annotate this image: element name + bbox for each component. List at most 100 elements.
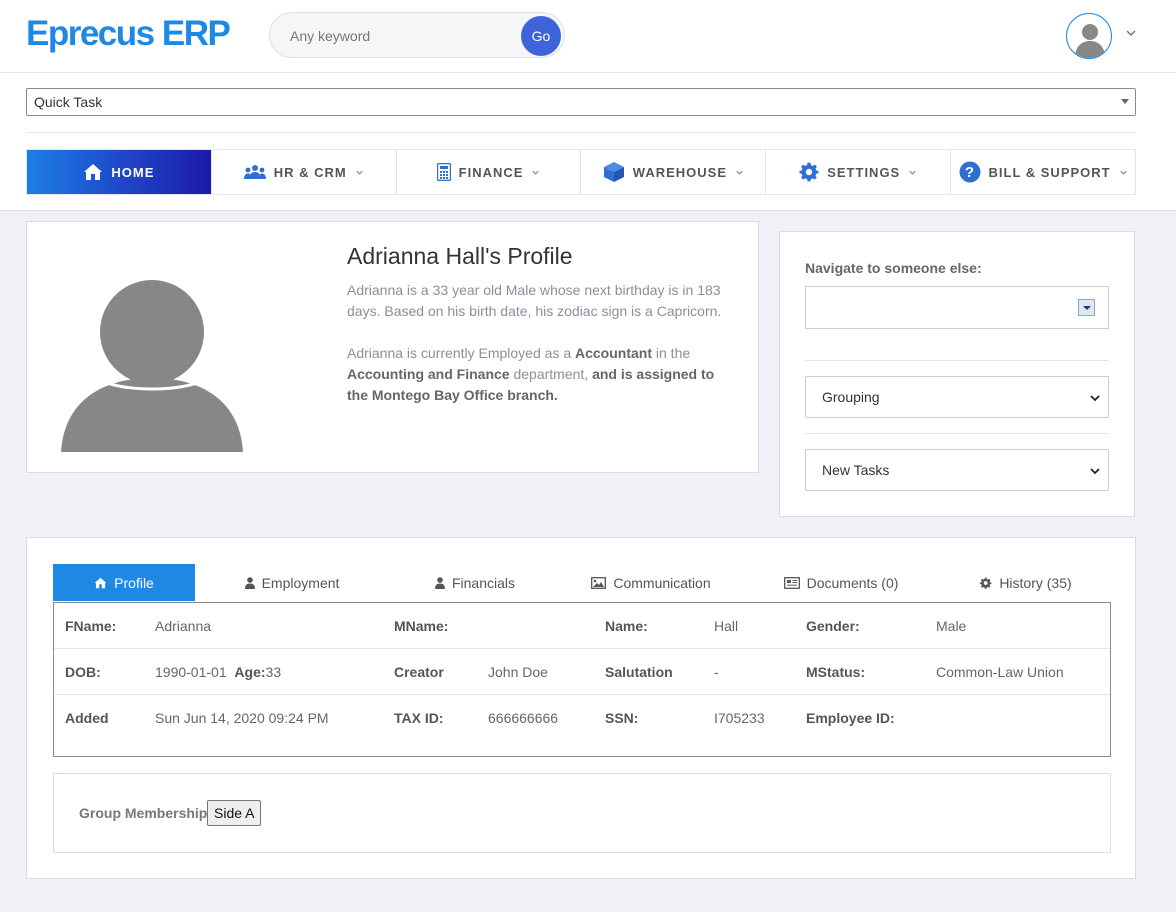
nav-item-settings[interactable]: SETTINGS [766,150,952,194]
tab-profile[interactable]: Profile [53,564,195,601]
cube-icon [603,162,624,182]
field-label: Salutation [605,664,673,680]
field-label: DOB: [65,664,101,680]
field-label: MName: [394,618,449,634]
bio-text: Adrianna is currently Employed as a [347,345,575,361]
user-icon [244,576,255,589]
nav-item-label: FINANCE [458,164,524,180]
chevron-down-icon[interactable] [1125,27,1137,39]
field-label: Name: [605,618,648,634]
search-box: Go [269,12,565,58]
group-side-a-button[interactable]: Side A [207,800,262,826]
tab-financials[interactable]: Financials [389,564,561,601]
chevron-down-icon [1090,395,1100,402]
tasks-select[interactable]: New Tasks [805,449,1109,491]
dropdown-button-icon[interactable] [1078,299,1095,316]
grouping-value: Grouping [822,389,880,405]
home-icon [94,577,107,588]
nav-item-label: HOME [111,164,155,180]
chevron-down-icon [1119,170,1127,175]
navigate-label: Navigate to someone else: [805,260,982,276]
field-label: FName: [65,618,117,634]
gear-icon [980,577,992,589]
profile-bio: Adrianna is a 33 year old Male whose nex… [347,282,722,319]
details-card: Profile Employment Financials Communicat… [26,537,1136,879]
profile-title: Adrianna Hall's Profile [347,243,573,269]
app-logo[interactable]: Eprecus ERP [26,14,231,54]
home-icon [84,164,103,180]
bio-text: department, [509,366,593,382]
field-label: Added [65,710,109,726]
tab-bar: Profile Employment Financials Communicat… [53,564,1111,601]
chevron-down-icon [736,170,743,175]
nav-item-label: BILL & SUPPORT [988,164,1111,180]
table-row: FName: Adrianna MName: Name: Hall Gender… [54,603,1110,649]
field-value: - [714,664,719,680]
nav-item-bill-support[interactable]: ? BILL & SUPPORT [951,150,1135,194]
field-value: 1990-01-01 Age:33 [155,664,281,680]
tab-label: Profile [114,574,154,591]
user-avatar[interactable] [1066,13,1112,59]
calculator-icon [436,163,451,181]
tab-communication[interactable]: Communication [561,564,741,601]
quick-task-value: Quick Task [34,94,103,110]
profile-employment-summary: Adrianna is currently Employed as a Acco… [347,343,737,406]
field-value: 666666666 [488,710,559,726]
field-value: I705233 [714,710,765,726]
header-area: Quick Task HOME HR & CRM FINANCE WAREHOU… [0,73,1176,211]
field-label: Creator [394,664,444,680]
age-value: 33 [265,664,282,680]
profile-avatar [61,280,243,452]
profile-card: Adrianna Hall's Profile Adrianna is a 33… [26,221,759,473]
age-label: Age: [234,664,266,680]
svg-text:?: ? [964,164,974,181]
field-label: Employee ID: [806,710,895,726]
nav-item-hr-crm[interactable]: HR & CRM [212,150,397,194]
nav-item-warehouse[interactable]: WAREHOUSE [581,150,767,194]
tab-label: Employment [261,574,340,591]
field-value: Sun Jun 14, 2020 09:24 PM [155,710,329,726]
divider [805,360,1109,361]
nav-item-label: HR & CRM [273,164,347,180]
bio-role: Accountant [575,345,652,361]
users-icon [243,165,266,179]
dob-value: 1990-01-01 [155,664,227,680]
top-bar: Eprecus ERP Go [0,0,1176,73]
group-membership-label: Group Membership: [79,805,213,821]
field-value: Adrianna [155,618,212,634]
field-value: Hall [714,618,739,634]
tab-documents[interactable]: Documents (0) [741,564,941,601]
tab-label: Documents (0) [806,574,899,591]
search-input[interactable] [290,25,520,47]
tab-employment[interactable]: Employment [195,564,389,601]
field-label: MStatus: [806,664,866,680]
quick-task-select[interactable]: Quick Task [26,88,1136,116]
tab-label: Financials [451,574,516,591]
gear-icon [799,162,819,182]
dropdown-caret-icon [1121,99,1129,104]
tab-label: History (35) [999,574,1072,591]
field-value: Male [936,618,967,634]
field-label: SSN: [605,710,639,726]
nav-item-label: SETTINGS [827,164,901,180]
chevron-down-icon [356,170,363,175]
group-membership-box: Group Membership: Side A [53,773,1111,853]
user-icon [434,576,445,589]
table-row: DOB: 1990-01-01 Age:33 Creator John Doe … [54,649,1110,695]
grouping-select[interactable]: Grouping [805,376,1109,418]
navigate-person-select[interactable] [805,286,1109,329]
user-silhouette-icon [61,280,243,452]
newspaper-icon [783,576,800,589]
divider [805,433,1109,434]
help-icon: ? [959,161,980,183]
nav-item-home[interactable]: HOME [27,150,212,194]
chevron-down-icon [1090,468,1100,475]
tab-history[interactable]: History (35) [941,564,1111,601]
field-value: Common-Law Union [936,664,1064,680]
image-icon [591,576,607,589]
main-nav: HOME HR & CRM FINANCE WAREHOUSE SETTINGS… [26,149,1136,195]
nav-item-finance[interactable]: FINANCE [397,150,582,194]
search-go-button[interactable]: Go [521,16,561,56]
bio-text: in the [652,345,691,361]
chevron-down-icon [909,170,916,175]
